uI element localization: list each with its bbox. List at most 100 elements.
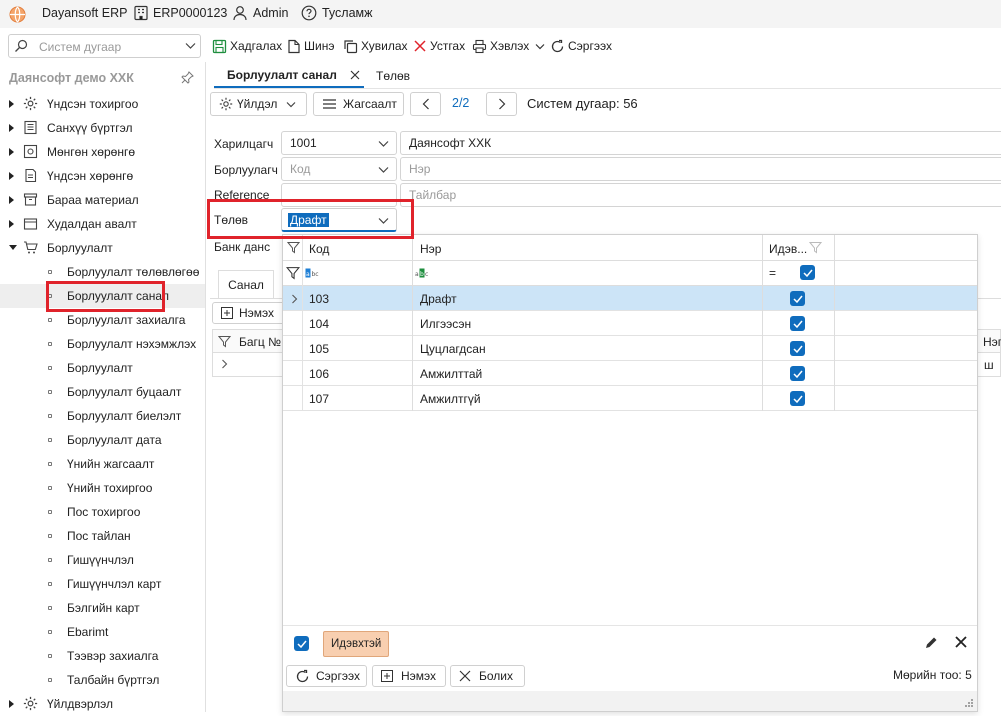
sidebar-item-6[interactable]: Борлуулалт xyxy=(0,236,205,260)
lookup-row[interactable]: 105 Цуцлагдсан xyxy=(283,336,977,361)
filter-enabled-checkbox[interactable] xyxy=(294,636,309,651)
lookup-row[interactable]: 103 Драфт xyxy=(283,286,977,311)
sidebar-item-3[interactable]: Үндсэн хөрөнгө xyxy=(0,164,205,188)
equals-operator[interactable]: = xyxy=(769,266,776,280)
copy-button[interactable]: Хувилах xyxy=(343,36,408,56)
seller-code-select[interactable]: Код xyxy=(281,157,397,181)
cancel-button[interactable]: Болих xyxy=(450,665,525,687)
add-button[interactable]: Нэмэх xyxy=(372,665,446,687)
caret-right-icon[interactable] xyxy=(9,100,14,108)
sidebar-subitem-12[interactable]: Гишүүнчлэл xyxy=(0,548,205,572)
help-link[interactable]: Тусламж xyxy=(301,5,373,21)
filter-icon[interactable] xyxy=(286,266,300,280)
sidebar-subitem-15[interactable]: Ebarimt xyxy=(0,620,205,644)
sidebar-subitem-10[interactable]: Пос тохиргоо xyxy=(0,500,205,524)
print-button[interactable]: Хэвлэх xyxy=(472,36,548,56)
caret-right-icon[interactable] xyxy=(9,124,14,132)
name-column-header[interactable]: Нэр xyxy=(420,242,441,256)
sidebar-subitem-label: Борлуулалт нэхэмжлэх xyxy=(67,337,197,351)
sidebar-item-production[interactable]: Үйлдвэрлэл xyxy=(0,692,205,716)
tab-tolov[interactable]: Төлөв xyxy=(376,64,410,88)
name-cell: Драфт xyxy=(420,292,457,306)
code-column-header[interactable]: Код xyxy=(309,242,329,256)
tab-sanal[interactable]: Санал xyxy=(218,270,274,298)
sidebar-subitem-13[interactable]: Гишүүнчлэл карт xyxy=(0,572,205,596)
lookup-row[interactable]: 106 Амжилттай xyxy=(283,361,977,386)
filter-icon[interactable] xyxy=(809,241,822,254)
add-line-button[interactable]: Нэмэх xyxy=(212,302,288,324)
save-button[interactable]: Хадгалах xyxy=(212,36,282,56)
active-checkbox[interactable] xyxy=(790,291,805,306)
bullet-icon xyxy=(48,486,52,490)
sidebar-subitem-5[interactable]: Борлуулалт буцаалт xyxy=(0,380,205,404)
filter-active-checkbox[interactable] xyxy=(800,265,815,280)
actions-dropdown[interactable]: Үйлдэл xyxy=(210,92,307,116)
prev-page-button[interactable] xyxy=(410,92,441,116)
row-indicator-divider xyxy=(302,235,303,411)
company-selector[interactable]: ERP0000123 xyxy=(133,5,227,21)
active-checkbox[interactable] xyxy=(790,341,805,356)
sidebar-subitem-14[interactable]: Бэлгийн карт xyxy=(0,596,205,620)
sidebar-subitem-4[interactable]: Борлуулалт xyxy=(0,356,205,380)
new-button[interactable]: Шинэ xyxy=(287,36,334,56)
active-checkbox[interactable] xyxy=(790,366,805,381)
sidebar-item-2[interactable]: Мөнгөн хөрөнгө xyxy=(0,140,205,164)
edit-pencil-icon[interactable] xyxy=(924,636,938,650)
cancel-label: Болих xyxy=(479,669,513,683)
filter-icon[interactable] xyxy=(287,241,300,254)
list-button[interactable]: Жагсаалт xyxy=(313,92,404,116)
sidebar-item-1[interactable]: Санхүү бүртгэл xyxy=(0,116,205,140)
highlight-box-menu xyxy=(46,281,165,312)
sidebar-subitem-9[interactable]: Үнийн тохиргоо xyxy=(0,476,205,500)
sidebar-subitem-11[interactable]: Пос тайлан xyxy=(0,524,205,548)
sidebar-subitem-label: Борлуулалт дата xyxy=(67,433,162,447)
active-column-header[interactable]: Идэв... xyxy=(769,242,807,256)
sidebar-subitem-8[interactable]: Үнийн жагсаалт xyxy=(0,452,205,476)
description-field[interactable]: Тайлбар xyxy=(400,183,1001,207)
active-checkbox[interactable] xyxy=(790,391,805,406)
title-bar: Dayansoft ERP ERP0000123 Admin Тусламж xyxy=(0,0,1001,28)
text-filter-icon[interactable]: abc xyxy=(415,268,429,279)
sidebar-subitem-17[interactable]: Талбайн бүртгэл xyxy=(0,668,205,692)
active-filter-tag[interactable]: Идэвхтэй xyxy=(323,631,390,657)
caret-right-icon[interactable] xyxy=(9,148,14,156)
caret-right-icon[interactable] xyxy=(9,220,14,228)
bank-label: Банк данс xyxy=(214,240,271,254)
refresh-button[interactable]: Сэргээх xyxy=(286,665,367,687)
customer-name-field[interactable]: Даянсофт ХХК xyxy=(400,131,1001,155)
delete-button[interactable]: Устгах xyxy=(413,36,465,56)
close-icon[interactable] xyxy=(350,70,360,80)
next-page-button[interactable] xyxy=(486,92,517,116)
sidebar-subitem-3[interactable]: Борлуулалт нэхэмжлэх xyxy=(0,332,205,356)
caret-down-icon[interactable] xyxy=(9,245,17,250)
sidebar-subitem-16[interactable]: Тээвэр захиалга xyxy=(0,644,205,668)
sidebar-item-0[interactable]: Үндсэн тохиргоо xyxy=(0,92,205,116)
sidebar-subitem-6[interactable]: Борлуулалт биелэлт xyxy=(0,404,205,428)
user-menu[interactable]: Admin xyxy=(232,5,288,21)
caret-right-icon[interactable] xyxy=(9,172,14,180)
refresh-button[interactable]: Сэргээх xyxy=(550,36,612,56)
column-divider xyxy=(762,336,763,361)
sidebar-item-4[interactable]: Бараа материал xyxy=(0,188,205,212)
seller-name-field[interactable]: Нэр xyxy=(400,157,1001,181)
search-input[interactable]: Систем дугаар xyxy=(8,34,201,58)
chevron-down-icon xyxy=(535,43,548,50)
active-checkbox[interactable] xyxy=(790,316,805,331)
customer-code-select[interactable]: 1001 xyxy=(281,131,397,155)
sidebar-item-label: Үйлдвэрлэл xyxy=(47,697,114,711)
lookup-row[interactable]: 107 Амжилтгүй xyxy=(283,386,977,411)
filter-icon[interactable] xyxy=(218,335,231,348)
sidebar-item-5[interactable]: Худалдан авалт xyxy=(0,212,205,236)
text-filter-icon[interactable]: abc xyxy=(305,268,319,279)
caret-right-icon[interactable] xyxy=(9,196,14,204)
pin-icon[interactable] xyxy=(181,71,194,84)
clear-filter-icon[interactable] xyxy=(955,636,967,648)
lookup-row[interactable]: 104 Илгээсэн xyxy=(283,311,977,336)
caret-right-icon[interactable] xyxy=(9,700,14,708)
printer-icon xyxy=(472,39,490,54)
sidebar-subitem-7[interactable]: Борлуулалт дата xyxy=(0,428,205,452)
tab-borluulalt-sanal[interactable]: Борлуулалт санал xyxy=(214,64,364,88)
resize-grip-icon[interactable] xyxy=(965,699,974,708)
code-cell: 105 xyxy=(309,342,330,356)
bullet-icon xyxy=(48,606,52,610)
